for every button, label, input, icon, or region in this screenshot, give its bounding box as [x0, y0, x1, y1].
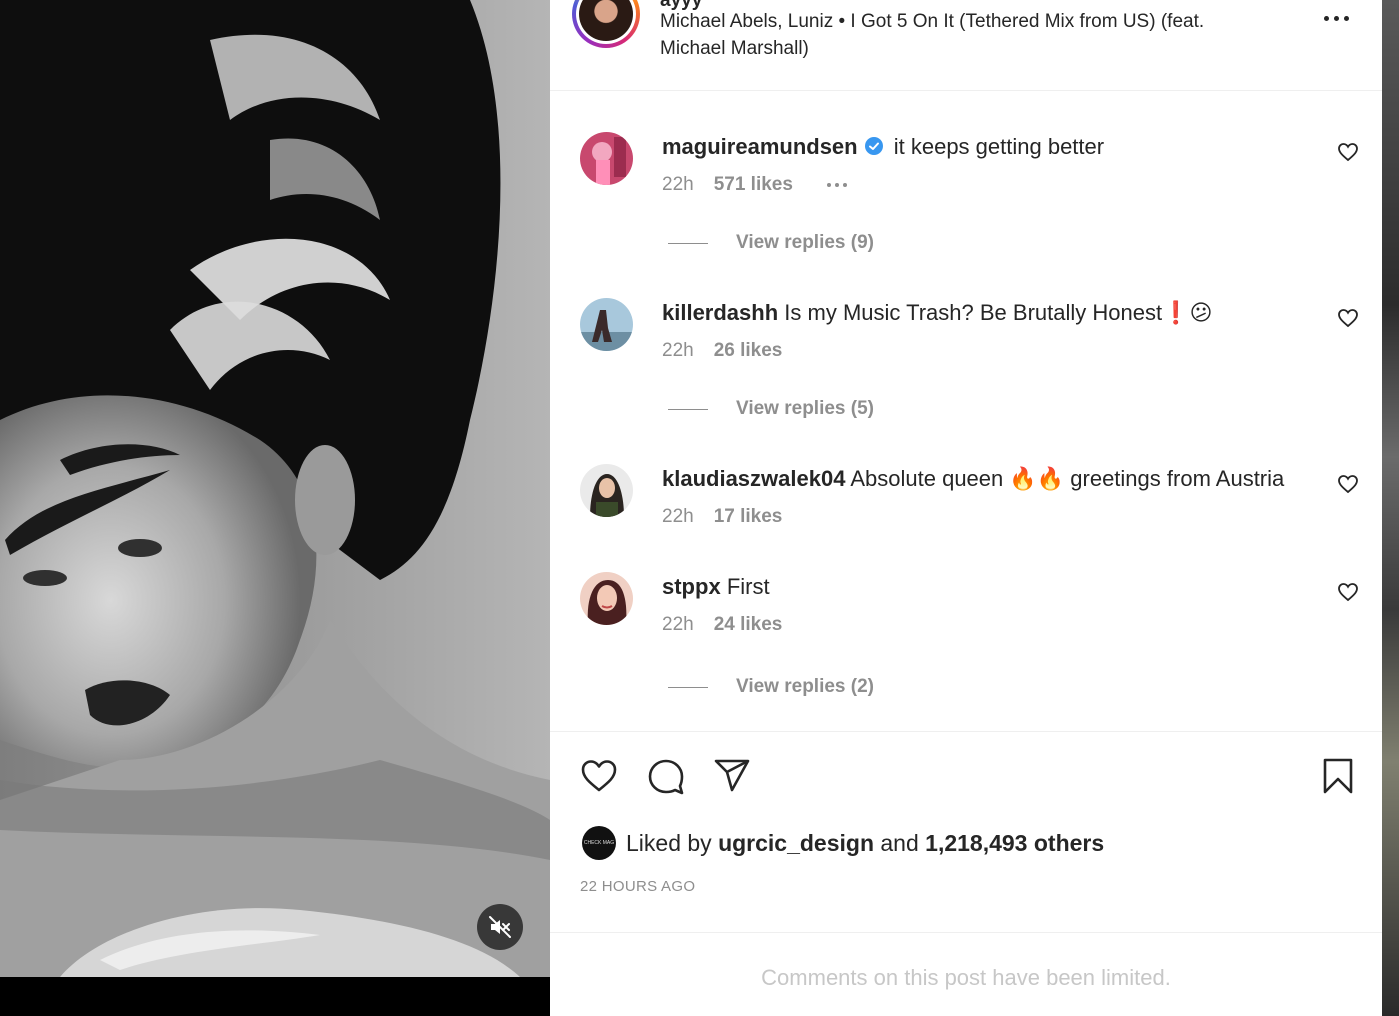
comment-avatar[interactable]: [580, 572, 633, 625]
share-button[interactable]: [712, 756, 752, 796]
post-timestamp[interactable]: 22 HOURS AGO: [580, 878, 695, 895]
view-replies-button[interactable]: View replies (2): [668, 676, 874, 698]
view-replies-button[interactable]: View replies (9): [668, 232, 874, 254]
mute-button[interactable]: [477, 904, 523, 950]
comment-text-line: killerdashh Is my Music Trash? Be Brutal…: [662, 298, 1312, 328]
music-attribution[interactable]: Michael Abels, Luniz • I Got 5 On It (Te…: [660, 8, 1260, 62]
save-button[interactable]: [1318, 756, 1358, 796]
comment-text-line: stppx First: [662, 572, 1312, 602]
comment-more-button[interactable]: [826, 183, 847, 187]
comment-username[interactable]: maguireamundsen: [662, 134, 858, 159]
comments-limited-notice: Comments on this post have been limited.: [761, 965, 1171, 990]
liker-username[interactable]: ugrcic_design: [718, 830, 874, 857]
comment-body: Absolute queen 🔥🔥 greetings from Austria: [850, 466, 1285, 491]
comment-time[interactable]: 22h: [662, 174, 694, 196]
heart-icon: [1338, 583, 1358, 602]
speaker-muted-icon: [489, 916, 511, 938]
comment-username[interactable]: klaudiaszwalek04: [662, 466, 845, 491]
liked-by-prefix: Liked by: [626, 829, 712, 856]
comment-meta: 22h 17 likes: [662, 506, 782, 528]
comment-like-button[interactable]: [1336, 580, 1360, 604]
comment-meta: 22h 26 likes: [662, 340, 782, 362]
divider: [550, 731, 1382, 732]
comment-time[interactable]: 22h: [662, 506, 694, 528]
comment-likes[interactable]: 24 likes: [714, 614, 783, 636]
view-replies-button[interactable]: View replies (5): [668, 398, 874, 420]
divider: [550, 932, 1382, 933]
comment-username[interactable]: stppx: [662, 574, 721, 599]
more-dots-icon: [1323, 15, 1349, 21]
post-options-button[interactable]: [1316, 6, 1356, 30]
backdrop-strip: [1382, 0, 1399, 1016]
liked-by-row: CHECK MAG Liked by ugrcic_design and 1,2…: [582, 826, 1104, 860]
comment-avatar[interactable]: [580, 464, 633, 517]
author-avatar[interactable]: [572, 0, 640, 48]
heart-icon: [581, 760, 617, 792]
heart-icon: [1338, 309, 1358, 328]
comment-likes[interactable]: 571 likes: [714, 174, 793, 196]
comment-like-button[interactable]: [1336, 472, 1360, 496]
comment-like-button[interactable]: [1336, 306, 1360, 330]
heart-icon: [1338, 475, 1358, 494]
verified-badge-icon: [864, 134, 884, 164]
post-header: ayyy Michael Abels, Luniz • I Got 5 On I…: [550, 0, 1382, 91]
comment-body: First: [726, 574, 770, 599]
comment-body: it keeps getting better: [893, 134, 1105, 159]
liked-by-and: and: [880, 829, 919, 856]
view-replies-label: View replies (5): [736, 398, 874, 419]
like-button[interactable]: [579, 756, 619, 796]
comment-text-line: maguireamundsen it keeps getting better: [662, 132, 1312, 164]
bookmark-icon: [1323, 758, 1353, 794]
comment-avatar[interactable]: [580, 298, 633, 351]
view-replies-label: View replies (2): [736, 676, 874, 697]
comment-likes[interactable]: 26 likes: [714, 340, 783, 362]
comment-meta: 22h 24 likes: [662, 614, 782, 636]
portrait-image: [0, 0, 550, 977]
liker-avatar-logo: CHECK MAG: [583, 840, 615, 846]
comment-likes[interactable]: 17 likes: [714, 506, 783, 528]
comment-body: Is my Music Trash? Be Brutally Honest❗😕: [784, 300, 1213, 325]
likes-count-link[interactable]: 1,218,493 others: [925, 830, 1104, 857]
post-photo: [0, 0, 550, 977]
comment-time[interactable]: 22h: [662, 614, 694, 636]
heart-icon: [1338, 143, 1358, 162]
comment-username[interactable]: killerdashh: [662, 300, 778, 325]
comment-meta: 22h 571 likes: [662, 174, 847, 196]
comment-avatar[interactable]: [580, 132, 633, 185]
comment-like-button[interactable]: [1336, 140, 1360, 164]
paper-plane-icon: [714, 759, 750, 792]
view-replies-label: View replies (9): [736, 232, 874, 253]
post-panel: ayyy Michael Abels, Luniz • I Got 5 On I…: [550, 0, 1382, 1016]
liker-avatar[interactable]: CHECK MAG: [582, 826, 616, 860]
comment-bubble-icon: [648, 759, 684, 795]
comment-button[interactable]: [646, 756, 686, 796]
comment-text-line: klaudiaszwalek04 Absolute queen 🔥🔥 greet…: [662, 464, 1312, 494]
post-media[interactable]: [0, 0, 550, 1016]
comment-time[interactable]: 22h: [662, 340, 694, 362]
